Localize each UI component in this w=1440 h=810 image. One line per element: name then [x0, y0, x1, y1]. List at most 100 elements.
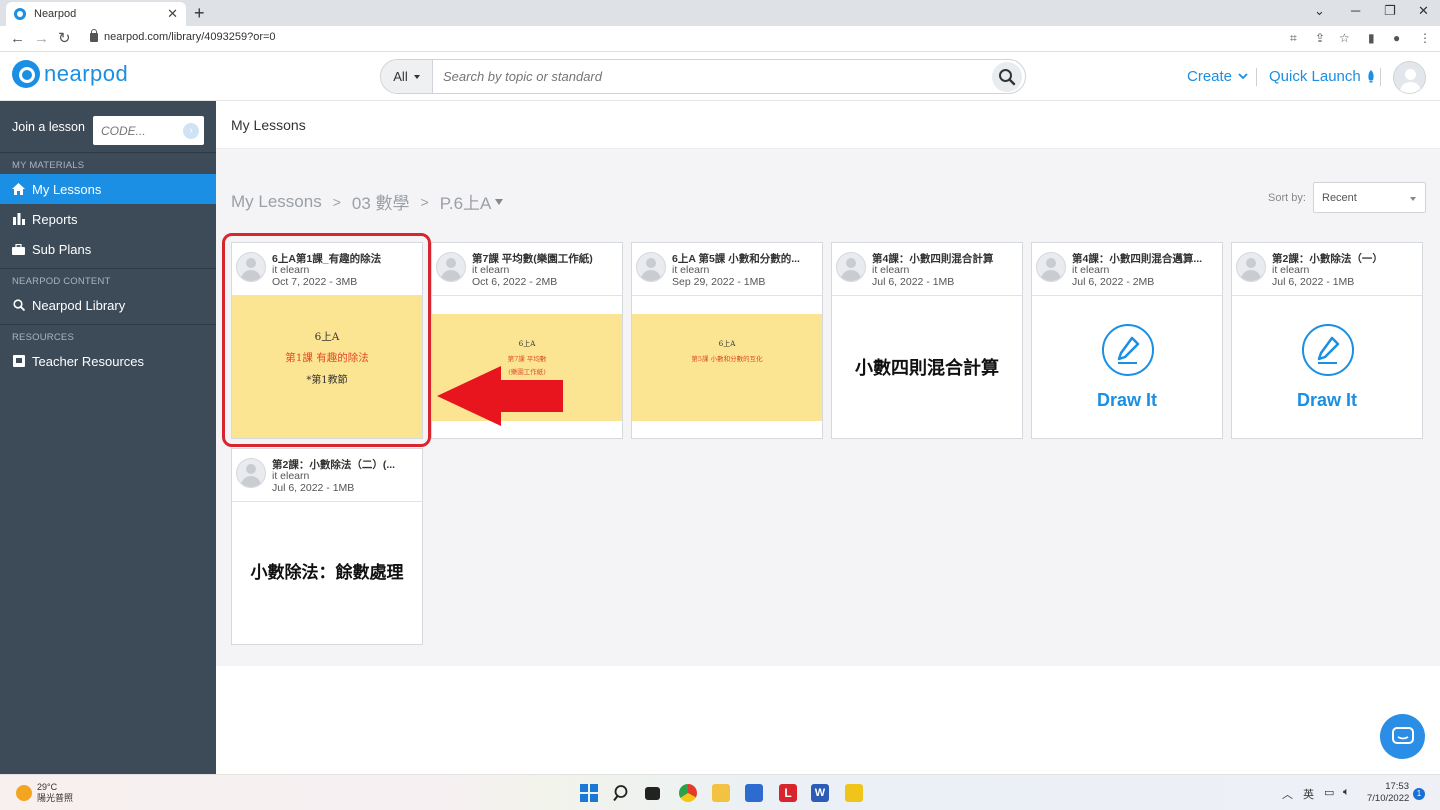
clock-time: 17:53	[1385, 781, 1409, 792]
lesson-card[interactable]: 6上A 第5課 小數和分數的... it elearn Sep 29, 2022…	[631, 242, 823, 439]
side-panel-icon[interactable]: ▮	[1368, 31, 1375, 45]
lesson-author: it elearn	[672, 264, 710, 276]
breadcrumb-folder[interactable]: 03 數學	[352, 189, 410, 214]
word-icon[interactable]: W	[811, 784, 829, 802]
volume-icon[interactable]: 🔈︎	[1343, 786, 1350, 799]
sidebar-item-nearpod-library[interactable]: Nearpod Library	[0, 290, 216, 320]
presentation-icon	[12, 355, 25, 368]
lesson-code-box: ›	[93, 116, 204, 145]
lesson-meta: Jul 6, 2022 - 1MB	[872, 276, 955, 288]
breadcrumb-my-lessons[interactable]: My Lessons	[231, 192, 322, 212]
join-lesson-label: Join a lesson	[12, 119, 85, 134]
weather-widget[interactable]: 29°C 陽光普照	[16, 782, 73, 804]
profile-icon[interactable]: ●	[1393, 31, 1400, 45]
search-input[interactable]	[433, 60, 992, 93]
new-tab-button[interactable]: +	[194, 3, 205, 23]
author-avatar	[1036, 252, 1066, 282]
join-go-button[interactable]: ›	[183, 122, 199, 139]
breadcrumb-separator: >	[420, 193, 429, 210]
chevron-down-icon[interactable]	[495, 198, 504, 205]
search-scope-dropdown[interactable]: All	[381, 60, 433, 93]
store-icon[interactable]	[745, 784, 763, 802]
back-icon[interactable]: ←	[10, 30, 25, 48]
lesson-card[interactable]: 第2課：小數除法（一） it elearn Jul 6, 2022 - 1MB …	[1231, 242, 1423, 439]
breadcrumb: My Lessons > 03 數學 > P.6上A	[231, 189, 504, 214]
search-icon	[12, 299, 25, 312]
search-icon[interactable]	[613, 784, 631, 802]
browser-tab[interactable]: Nearpod ✕	[6, 2, 186, 26]
lesson-author: it elearn	[1272, 264, 1310, 276]
forward-icon[interactable]: →	[34, 30, 49, 48]
sort-value: Recent	[1322, 191, 1357, 204]
page-title-bar: My Lessons	[216, 101, 1440, 149]
minimize-icon[interactable]: ─	[1351, 3, 1360, 18]
highlight-box	[222, 233, 431, 447]
thumbnail-text: Draw It	[1296, 390, 1357, 410]
user-avatar[interactable]	[1393, 61, 1426, 94]
lesson-meta: Jul 6, 2022 - 1MB	[272, 482, 355, 494]
clock[interactable]: 17:53 7/10/2022	[1367, 781, 1409, 805]
windows-start-icon[interactable]	[580, 784, 598, 802]
sidebar-item-my-lessons[interactable]: My Lessons	[0, 174, 216, 204]
window-close-icon[interactable]: ✕	[1418, 3, 1429, 19]
sidebar-item-teacher-resources[interactable]: Teacher Resources	[0, 346, 216, 376]
windows-taskbar: 29°C 陽光普照 L W ︿ 英 ▭ 🔈︎ 17:53 7/10/2022 1	[0, 774, 1440, 810]
sort-by-label: Sort by:	[1268, 192, 1306, 204]
tab-search-icon[interactable]: ⌄	[1314, 3, 1325, 19]
l-app-icon[interactable]: L	[779, 784, 797, 802]
search-button[interactable]	[992, 61, 1022, 92]
rocket-icon	[1368, 70, 1374, 83]
lesson-card[interactable]: 第4課：小數四則混合邁算... it elearn Jul 6, 2022 - …	[1031, 242, 1223, 439]
sun-icon	[16, 785, 32, 801]
weather-text: 29°C 陽光普照	[37, 782, 73, 804]
thumbnail-text: 小數四則混合計算	[855, 358, 999, 378]
lesson-meta: Jul 6, 2022 - 1MB	[1272, 276, 1355, 288]
chevron-up-icon[interactable]: ︿	[1282, 786, 1293, 802]
lesson-thumbnail: 小數除法：餘數處理	[232, 502, 422, 644]
breadcrumb-current[interactable]: P.6上A	[440, 189, 492, 214]
chat-icon	[1391, 726, 1414, 744]
lesson-code-input[interactable]	[93, 116, 179, 145]
lesson-thumbnail: 小數四則混合計算	[832, 296, 1022, 438]
lesson-thumbnail: Draw It	[1232, 296, 1422, 438]
input-language[interactable]: 英	[1303, 786, 1314, 802]
bookmark-star-icon[interactable]: ☆	[1339, 31, 1350, 45]
reload-icon[interactable]: ↻	[58, 30, 71, 48]
address-bar: ← → ↻ nearpod.com/library/4093259?or=0 ⌗…	[0, 26, 1440, 52]
nearpod-logo[interactable]: nearpod	[12, 60, 128, 88]
author-avatar	[836, 252, 866, 282]
thumbnail-text: Draw It	[1096, 390, 1157, 410]
sidebar-item-sub-plans[interactable]: Sub Plans	[0, 234, 216, 264]
tab-title: Nearpod	[34, 8, 77, 20]
lesson-card[interactable]: 第4課：小數四則混合計算 it elearn Jul 6, 2022 - 1MB…	[831, 242, 1023, 439]
url-field[interactable]: nearpod.com/library/4093259?or=0	[90, 28, 276, 43]
card-header: 第4課：小數四則混合計算 it elearn Jul 6, 2022 - 1MB	[832, 243, 1022, 296]
notification-badge[interactable]: 1	[1413, 788, 1425, 800]
search-scope-label: All	[393, 69, 408, 84]
file-explorer-icon[interactable]	[712, 784, 730, 802]
sticky-notes-icon[interactable]	[845, 784, 863, 802]
sort-select[interactable]: Recent	[1313, 182, 1426, 213]
search-icon	[999, 68, 1016, 85]
slide-line: 第7課 平均數	[507, 355, 547, 363]
share-icon[interactable]: ⇪	[1315, 31, 1325, 45]
author-avatar	[436, 252, 466, 282]
network-icon[interactable]: ▭	[1324, 786, 1334, 799]
lesson-card[interactable]: 第2課：小數除法（二）(... it elearn Jul 6, 2022 - …	[231, 448, 423, 645]
browser-tab-bar: Nearpod ✕ + ⌄ ─ ❐ ✕	[0, 0, 1440, 26]
sidebar-item-label: Reports	[32, 211, 78, 227]
logo-text: nearpod	[44, 61, 129, 86]
lesson-thumbnail: Draw It	[1032, 296, 1222, 438]
chat-support-button[interactable]	[1380, 714, 1425, 759]
sidebar-item-reports[interactable]: Reports	[0, 204, 216, 234]
quick-launch-button[interactable]: Quick Launch	[1269, 68, 1376, 85]
browser-menu-icon[interactable]: ⋮	[1419, 31, 1431, 45]
chrome-icon[interactable]	[679, 784, 697, 802]
app-header: nearpod All Create Quick Launch	[0, 52, 1440, 101]
translate-icon[interactable]: ⌗	[1290, 31, 1297, 46]
task-view-icon[interactable]	[645, 787, 660, 800]
create-button[interactable]: Create	[1187, 68, 1248, 85]
join-lesson-bar: Join a lesson ›	[0, 101, 216, 153]
restore-icon[interactable]: ❐	[1384, 3, 1396, 19]
tab-close-icon[interactable]: ✕	[167, 6, 178, 22]
